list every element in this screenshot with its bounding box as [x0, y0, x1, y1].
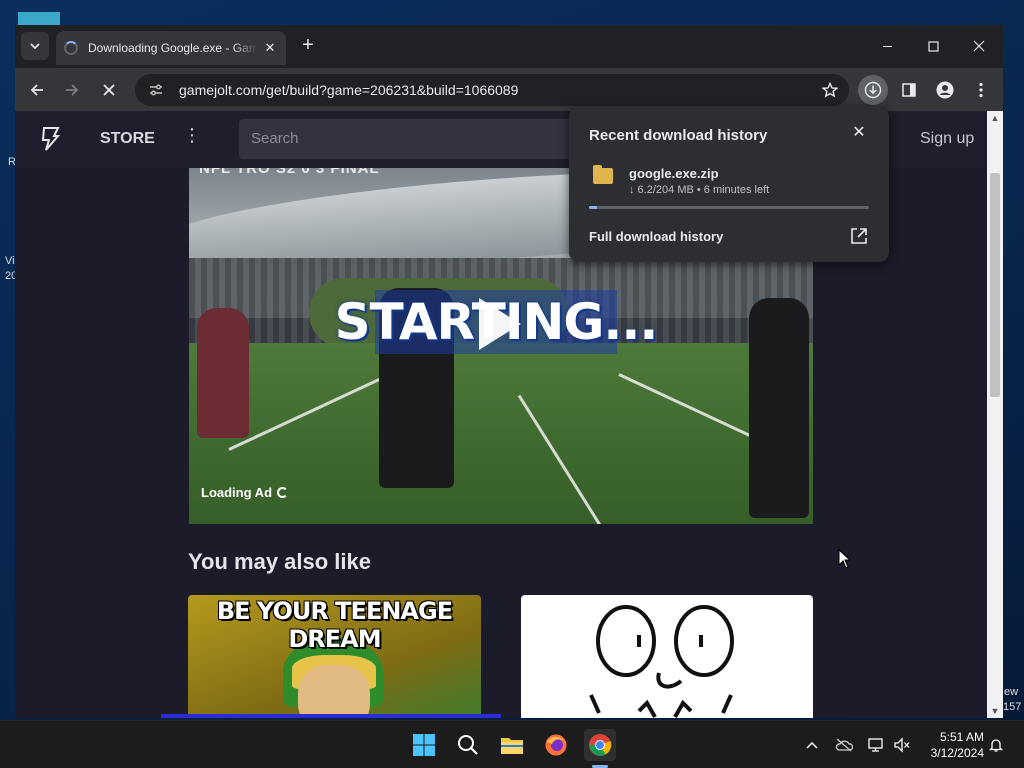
- chevron-up-icon: [806, 741, 818, 749]
- url-text: gamejolt.com/get/build?game=206231&build…: [179, 82, 519, 98]
- show-hidden-icons-button[interactable]: [802, 735, 822, 755]
- tab-active[interactable]: Downloading Google.exe - Game Jolt ✕: [56, 31, 286, 65]
- more-vertical-icon: [979, 82, 983, 98]
- scrollbar-thumb[interactable]: [990, 173, 1000, 397]
- close-icon: [973, 40, 985, 52]
- site-search-input[interactable]: Search: [239, 119, 579, 159]
- onedrive-tray-icon[interactable]: [834, 735, 854, 755]
- downloads-button[interactable]: [858, 75, 888, 105]
- profile-button[interactable]: [930, 75, 960, 105]
- stop-loading-button[interactable]: [94, 75, 124, 105]
- notifications-button[interactable]: [986, 735, 1006, 755]
- desktop-label-ew: ew: [1004, 686, 1019, 698]
- game-card-caption: BE YOUR TEENAGE DREAM: [216, 597, 453, 653]
- popup-title: Recent download history: [589, 127, 768, 144]
- minimize-icon: [882, 45, 892, 47]
- tab-close-icon[interactable]: ✕: [262, 40, 278, 56]
- close-window-button[interactable]: [956, 33, 1002, 59]
- forward-button[interactable]: [57, 75, 87, 105]
- side-panel-button[interactable]: [894, 75, 924, 105]
- popup-close-icon[interactable]: ✕: [849, 123, 869, 143]
- cartoon-face-image: [589, 605, 734, 718]
- arrow-right-icon: [66, 84, 79, 96]
- desktop-label-vi: Vi: [5, 255, 15, 267]
- firefox-icon: [545, 734, 567, 756]
- bookmark-star-icon[interactable]: [815, 75, 845, 105]
- maximize-button[interactable]: [910, 33, 956, 59]
- site-info-icon[interactable]: [145, 79, 167, 101]
- sign-up-link[interactable]: Sign up: [920, 130, 974, 148]
- taskbar: 5:51 AM 3/12/2024: [0, 720, 1024, 768]
- game-card-2[interactable]: [521, 595, 813, 718]
- game-card-1[interactable]: BE YOUR TEENAGE DREAM: [188, 595, 481, 718]
- browser-menu-button[interactable]: [966, 75, 996, 105]
- file-explorer-button[interactable]: [496, 729, 528, 761]
- system-clock[interactable]: 5:51 AM 3/12/2024: [918, 729, 984, 761]
- chevron-down-icon: [30, 43, 40, 50]
- search-icon: [458, 735, 478, 755]
- side-panel-icon: [902, 83, 916, 97]
- tab-title: Downloading Google.exe - Game Jolt: [88, 41, 258, 55]
- address-bar[interactable]: gamejolt.com/get/build?game=206231&build…: [135, 74, 849, 106]
- scroll-up-icon[interactable]: ▲: [987, 111, 1003, 125]
- folder-icon: [593, 165, 613, 184]
- tab-strip: Downloading Google.exe - Game Jolt ✕ +: [15, 25, 1003, 68]
- windows-icon: [413, 734, 435, 756]
- loading-spinner-icon: [64, 41, 78, 55]
- browser-toolbar: gamejolt.com/get/build?game=206231&build…: [15, 68, 1003, 111]
- open-in-new-icon[interactable]: [849, 226, 869, 246]
- loading-spinner-icon: [277, 487, 289, 498]
- arrow-left-icon: [30, 84, 43, 96]
- download-history-popup: Recent download history ✕ google.exe.zip…: [569, 107, 889, 262]
- video-overlay-title: NFL TRO S2 0 3 FINAL: [199, 168, 380, 177]
- download-icon: [864, 81, 882, 99]
- taskbar-search-button[interactable]: [452, 729, 484, 761]
- download-file-name[interactable]: google.exe.zip: [629, 166, 719, 181]
- scroll-down-icon[interactable]: ▼: [987, 704, 1003, 718]
- loading-ad-label: Loading Ad: [201, 485, 289, 500]
- page-scrollbar[interactable]: ▲ ▼: [987, 111, 1003, 718]
- clock-time: 5:51 AM: [939, 730, 984, 744]
- desktop-label-157: 157: [1003, 701, 1022, 713]
- store-link[interactable]: STORE: [100, 130, 155, 148]
- chrome-button[interactable]: [584, 729, 616, 761]
- download-file-status: ↓ 6.2/204 MB • 6 minutes left: [629, 184, 770, 196]
- back-button[interactable]: [22, 75, 52, 105]
- tab-search-button[interactable]: [21, 32, 49, 60]
- full-download-history-link[interactable]: Full download history: [589, 229, 723, 244]
- network-tray-icon[interactable]: [866, 735, 886, 755]
- download-progress-bar: [589, 206, 869, 209]
- you-may-also-like-heading: You may also like: [188, 549, 372, 574]
- play-icon[interactable]: [479, 298, 521, 350]
- folder-icon: [501, 738, 523, 754]
- minimize-button[interactable]: [864, 33, 910, 59]
- clock-date: 3/12/2024: [930, 746, 984, 760]
- start-button[interactable]: [408, 729, 440, 761]
- close-icon: [103, 84, 115, 96]
- desktop-app-icon[interactable]: [18, 12, 60, 26]
- gamejolt-logo-icon[interactable]: [39, 127, 61, 151]
- maximize-icon: [927, 40, 939, 52]
- firefox-button[interactable]: [540, 729, 572, 761]
- chrome-icon: [589, 734, 612, 756]
- mouse-cursor-icon: [838, 549, 852, 569]
- bell-icon: [988, 739, 1004, 752]
- new-tab-button[interactable]: +: [297, 35, 319, 57]
- site-menu-icon[interactable]: ⋮: [183, 126, 201, 144]
- download-progress-fill: [589, 206, 598, 209]
- profile-icon: [936, 81, 954, 99]
- volume-muted-tray-icon[interactable]: [892, 735, 912, 755]
